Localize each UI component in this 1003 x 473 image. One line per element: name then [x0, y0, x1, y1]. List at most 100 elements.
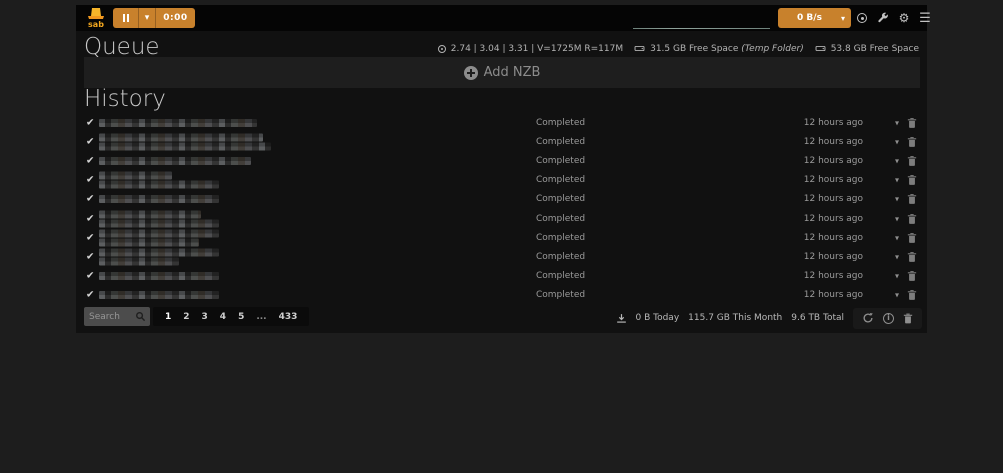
chevron-down-icon: ▾ — [841, 14, 851, 23]
censored-name-line — [99, 157, 251, 165]
history-info-button[interactable]: i — [881, 311, 896, 326]
gear-icon: ⚙ — [899, 11, 910, 25]
row-options-caret[interactable]: ▾ — [895, 176, 899, 185]
history-search-input[interactable] — [84, 312, 135, 322]
delete-row-button[interactable] — [907, 175, 917, 186]
download-icon — [616, 313, 627, 324]
delete-row-button[interactable] — [907, 251, 917, 262]
censored-name-line — [99, 272, 219, 280]
job-name-censored[interactable] — [99, 195, 219, 203]
free-space-complete: 53.8 GB Free Space — [831, 44, 919, 54]
settings-wrench-button[interactable] — [876, 10, 890, 26]
pause-button[interactable] — [113, 8, 139, 28]
censored-name-line — [99, 248, 219, 256]
job-status: Completed — [536, 156, 585, 166]
row-options-caret[interactable]: ▾ — [895, 252, 899, 261]
plus-circle-icon — [464, 66, 478, 80]
history-row: ✔ Completed 12 hours ago ▾ — [76, 247, 927, 266]
censored-name-line — [99, 172, 172, 180]
row-options-caret[interactable]: ▾ — [895, 291, 899, 300]
row-options-caret[interactable]: ▾ — [895, 272, 899, 281]
completed-check-icon: ✔ — [86, 271, 94, 282]
refresh-button[interactable] — [860, 310, 876, 326]
job-name-censored[interactable] — [99, 157, 251, 165]
job-name-censored[interactable] — [99, 291, 219, 299]
job-status: Completed — [536, 290, 585, 300]
delete-row-button[interactable] — [907, 271, 917, 282]
completed-check-icon: ✔ — [86, 117, 94, 128]
trash-icon — [907, 117, 917, 128]
delete-row-button[interactable] — [907, 194, 917, 205]
delete-row-button[interactable] — [907, 232, 917, 243]
job-status: Completed — [536, 194, 585, 204]
job-name-censored[interactable] — [99, 272, 219, 280]
row-options-caret[interactable]: ▾ — [895, 118, 899, 127]
history-row: ✔ Completed 12 hours ago ▾ — [76, 113, 927, 132]
trash-icon — [907, 232, 917, 243]
history-search-box — [84, 307, 150, 326]
page-button-3[interactable]: 3 — [196, 312, 214, 322]
chevron-down-icon: ▾ — [145, 13, 150, 23]
job-age: 12 hours ago — [804, 175, 863, 185]
page-button-5[interactable]: 5 — [232, 312, 250, 322]
page-button-433[interactable]: 433 — [273, 312, 304, 322]
pause-timer[interactable]: 0:00 — [156, 8, 195, 28]
row-options-caret[interactable]: ▾ — [895, 137, 899, 146]
history-row: ✔ Completed 12 hours ago ▾ — [76, 286, 927, 305]
job-name-censored[interactable] — [99, 133, 271, 150]
job-status: Completed — [536, 271, 585, 281]
completed-check-icon: ✔ — [86, 213, 94, 224]
page-ellipsis: ... — [250, 312, 272, 322]
trash-icon — [907, 251, 917, 262]
speed-label: 0 B/s — [778, 13, 841, 23]
completed-check-icon: ✔ — [86, 232, 94, 243]
page-button-2[interactable]: 2 — [177, 312, 195, 322]
trash-icon — [907, 213, 917, 224]
job-name-censored[interactable] — [99, 248, 219, 265]
trash-icon — [903, 313, 913, 324]
sab-logo[interactable]: sab — [84, 6, 108, 30]
delete-row-button[interactable] — [907, 155, 917, 166]
job-name-censored[interactable] — [99, 229, 219, 246]
speed-limit-button[interactable]: 0 B/s ▾ — [778, 8, 851, 28]
delete-row-button[interactable] — [907, 136, 917, 147]
page-button-1[interactable]: 1 — [159, 312, 177, 322]
completed-check-icon: ✔ — [86, 136, 94, 147]
delete-row-button[interactable] — [907, 117, 917, 128]
downloaded-month: 115.7 GB This Month — [688, 313, 782, 323]
add-nzb-label: Add NZB — [484, 65, 541, 80]
row-options-caret[interactable]: ▾ — [895, 156, 899, 165]
history-list: ✔ Completed 12 hours ago ▾ ✔ Completed 1… — [76, 113, 927, 305]
history-row: ✔ Completed 12 hours ago ▾ — [76, 267, 927, 286]
downloaded-total: 9.6 TB Total — [791, 313, 844, 323]
purge-history-button[interactable] — [901, 311, 915, 326]
pause-options-caret[interactable]: ▾ — [139, 8, 156, 28]
trash-icon — [907, 155, 917, 166]
status-button[interactable] — [855, 10, 869, 26]
svg-text:sab: sab — [88, 20, 104, 29]
job-age: 12 hours ago — [804, 290, 863, 300]
censored-name-line — [99, 195, 219, 203]
row-options-caret[interactable]: ▾ — [895, 214, 899, 223]
history-title: History — [84, 86, 166, 112]
job-age: 12 hours ago — [804, 194, 863, 204]
page-button-4[interactable]: 4 — [214, 312, 232, 322]
speed-history-graph — [633, 28, 770, 29]
delete-row-button[interactable] — [907, 213, 917, 224]
job-name-censored[interactable] — [99, 119, 257, 127]
temp-folder-note: (Temp Folder) — [741, 44, 803, 54]
config-gear-button[interactable]: ⚙ — [897, 10, 911, 26]
search-button[interactable] — [135, 311, 150, 322]
row-options-caret[interactable]: ▾ — [895, 233, 899, 242]
pause-icon — [123, 14, 129, 22]
completed-check-icon: ✔ — [86, 175, 94, 186]
row-options-caret[interactable]: ▾ — [895, 195, 899, 204]
search-icon — [135, 311, 146, 322]
add-nzb-dropzone[interactable]: Add NZB — [84, 57, 920, 88]
delete-row-button[interactable] — [907, 290, 917, 301]
job-name-censored[interactable] — [99, 210, 219, 227]
main-menu-button[interactable]: ☰ — [918, 10, 932, 26]
completed-check-icon: ✔ — [86, 251, 94, 262]
history-row: ✔ Completed 12 hours ago ▾ — [76, 190, 927, 209]
job-name-censored[interactable] — [99, 172, 219, 189]
